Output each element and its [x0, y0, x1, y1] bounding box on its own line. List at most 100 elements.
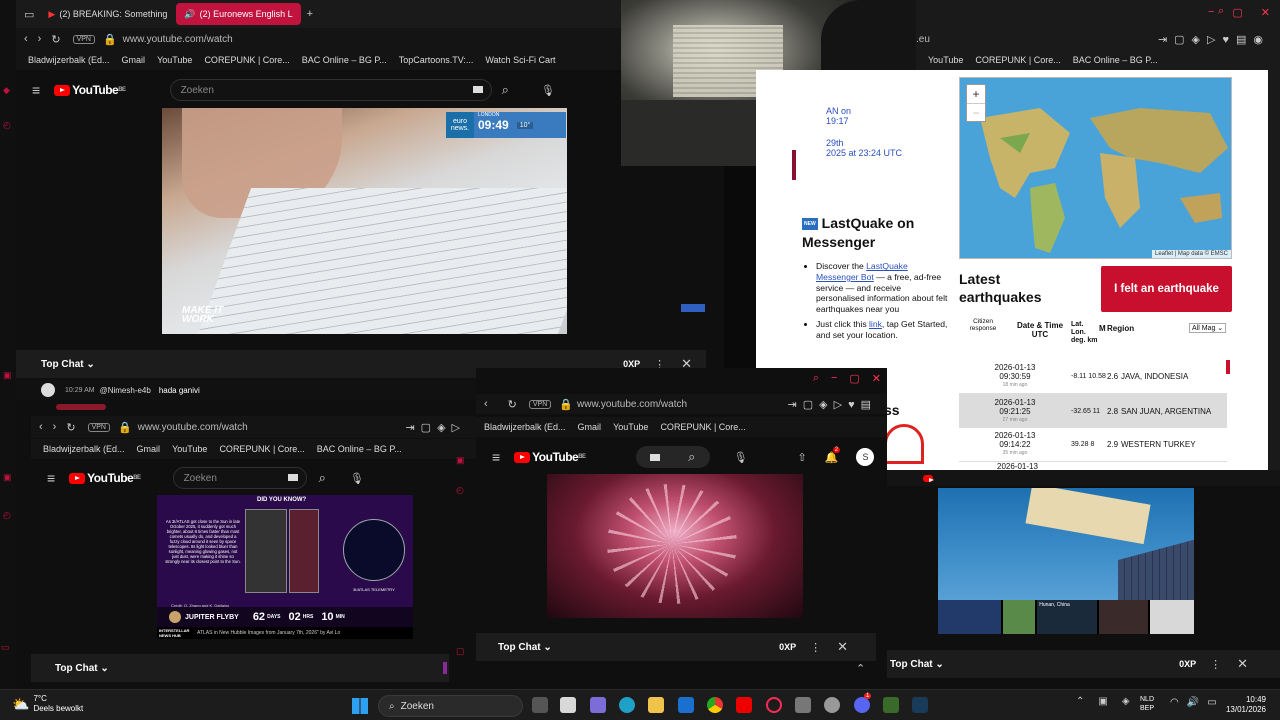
keyboard-icon[interactable] [472, 86, 483, 93]
search-tabs-icon[interactable]: ⌕ [1218, 5, 1224, 18]
vpn-badge[interactable]: VPN [72, 34, 95, 44]
bookmark-bac[interactable]: BAC Online – BG P... [302, 55, 387, 65]
bookmark-youtube[interactable]: YouTube [172, 444, 207, 454]
menu-icon[interactable]: ≡ [492, 449, 500, 465]
opera-gx-icon[interactable] [766, 697, 782, 713]
search-input[interactable]: Zoeken [172, 467, 307, 489]
minimize-icon[interactable]: − [1208, 6, 1214, 19]
sidebar-toggle-icon[interactable]: ▭ [24, 8, 34, 21]
zoom-in-button[interactable]: + [967, 85, 985, 103]
close-window-icon[interactable]: ✕ [872, 372, 881, 385]
bookmark-folder[interactable]: Bladwijzerbalk (Ed... [43, 444, 125, 454]
settings-gear-icon[interactable] [824, 697, 840, 713]
extensions-icons[interactable]: ⇥▢◈▷♥▤ [788, 398, 877, 411]
top-chat-dropdown[interactable]: Top Chat ⌄ [55, 663, 109, 674]
keyboard-icon[interactable] [649, 453, 660, 461]
bookmark-youtube[interactable]: YouTube [157, 55, 192, 65]
quake-row[interactable]: 2026-01-13 [959, 462, 1227, 470]
close-window-icon[interactable]: ✕ [1261, 6, 1270, 19]
col-datetime[interactable]: Date & Time UTC [1009, 321, 1071, 339]
forward-icon[interactable]: › [53, 421, 57, 433]
back-icon[interactable]: ‹ [24, 33, 28, 45]
store-icon[interactable] [560, 697, 576, 713]
bookmark-gmail[interactable]: Gmail [578, 422, 602, 432]
close-chat-icon[interactable]: ✕ [837, 639, 848, 655]
bookmark-corepunk-right[interactable]: COREPUNK | Core... [975, 55, 1060, 65]
bookmark-corepunk[interactable]: COREPUNK | Core... [219, 444, 304, 454]
collapse-icon[interactable]: ⌃ [856, 662, 865, 675]
chrome-icon[interactable] [707, 697, 723, 713]
close-chat-icon[interactable]: ✕ [1237, 656, 1248, 672]
youtube-logo[interactable]: YouTube BE [69, 471, 141, 485]
url-text[interactable]: www.youtube.com/watch [123, 34, 233, 45]
notifications-icon[interactable]: 🔔 2 [825, 446, 841, 464]
top-chat-dropdown[interactable]: Top Chat ⌄ [41, 359, 95, 370]
youtube-app-icon[interactable] [736, 697, 752, 713]
clock[interactable]: 10:49 13/01/2026 [1226, 695, 1266, 715]
minimize-icon[interactable]: − [831, 372, 837, 385]
bookmark-folder[interactable]: Bladwijzerbalk (Ed... [28, 55, 110, 65]
language-indicator[interactable]: NLD BEP [1140, 695, 1154, 713]
forward-icon[interactable]: › [38, 33, 42, 45]
reload-icon[interactable]: ↻ [508, 398, 517, 411]
task-view-icon[interactable] [532, 697, 548, 713]
chat-username[interactable]: @Nimesh-e4b [100, 386, 151, 395]
search-pill[interactable]: ⌕ [635, 446, 710, 468]
quick-settings[interactable]: ◠ 🔊 ▭ [1170, 697, 1217, 708]
quake-list-scrollbar[interactable] [1226, 360, 1230, 374]
menu-icon[interactable]: ≡ [32, 82, 40, 98]
top-chat-dropdown[interactable]: Top Chat ⌄ [890, 659, 944, 670]
menu-icon[interactable]: ≡ [47, 470, 55, 486]
url-text[interactable]: www.youtube.com/watch [577, 399, 687, 410]
youtube-logo[interactable]: YouTube BE [514, 450, 586, 464]
share-icon[interactable]: ⇧ [798, 451, 807, 464]
mic-icon[interactable]: 🎙 [541, 84, 555, 97]
avatar[interactable]: S [856, 448, 875, 466]
quake-row[interactable]: 2026-01-13 09:30:59 18 min ago -8.11 10.58… [959, 360, 1227, 394]
chevron-up-icon[interactable]: ⌃ [1076, 696, 1084, 707]
reload-icon[interactable]: ↻ [51, 33, 60, 46]
zoom-out-button[interactable]: − [967, 103, 985, 122]
bookmark-gmail[interactable]: Gmail [122, 55, 146, 65]
bookmark-corepunk[interactable]: COREPUNK | Core... [660, 422, 745, 432]
url-text-right[interactable]: .eu [916, 34, 930, 45]
vpn-badge[interactable]: VPN [87, 422, 110, 432]
edge-icon[interactable] [619, 697, 635, 713]
start-button[interactable] [352, 698, 368, 714]
teams-icon[interactable] [590, 697, 606, 713]
bookmark-bac[interactable]: BAC Online – BG P... [317, 444, 402, 454]
maximize-icon[interactable]: ▢ [1232, 6, 1242, 19]
reload-icon[interactable]: ↻ [66, 421, 75, 434]
video-player[interactable] [547, 474, 803, 618]
network-status-icon[interactable]: ▣ [1098, 696, 1107, 707]
mic-icon[interactable]: 🎙 [734, 451, 748, 464]
youtube-logo[interactable] [923, 474, 935, 482]
search-icon[interactable]: ⌕ [502, 82, 509, 98]
vpn-badge[interactable]: VPN [528, 399, 552, 409]
bookmark-gmail[interactable]: Gmail [137, 444, 161, 454]
more-options-icon[interactable]: ⋮ [1210, 658, 1221, 671]
earthquake-map[interactable]: + − Leaflet | Map data © EMSC [959, 77, 1232, 259]
messenger-link[interactable]: link [869, 319, 882, 329]
taskbar-search[interactable]: ⌕ Zoeken [378, 695, 523, 717]
bookmark-youtube-right[interactable]: YouTube [928, 55, 963, 65]
weather-widget[interactable]: ⛅ 7°C Deels bewolkt [12, 694, 83, 714]
more-options-icon[interactable]: ⋮ [810, 641, 821, 654]
mic-icon[interactable]: 🎙 [350, 472, 364, 485]
extensions-icons[interactable]: ⇥▢◈▷ [405, 421, 466, 434]
bookmark-folder[interactable]: Bladwijzerbalk (Ed... [484, 422, 566, 432]
outlook-icon[interactable] [678, 697, 694, 713]
game-app-icon[interactable] [883, 697, 899, 713]
video-player[interactable]: DID YOU KNOW? As 3I/ATLAS got close to t… [157, 495, 413, 639]
bookmark-scifi[interactable]: Watch Sci-Fi Cart [485, 55, 555, 65]
search-icon[interactable]: ⌕ [688, 449, 695, 465]
steam-icon[interactable] [912, 697, 928, 713]
search-tabs-icon[interactable]: ⌕ [813, 372, 819, 385]
maximize-icon[interactable]: ▢ [849, 372, 859, 385]
back-icon[interactable]: ‹ [484, 398, 488, 410]
extensions-icons-right[interactable]: ⇥▢◈▷♥▤◉ [1158, 33, 1270, 46]
bookmark-youtube[interactable]: YouTube [613, 422, 648, 432]
discord-icon[interactable] [854, 697, 870, 713]
url-text[interactable]: www.youtube.com/watch [138, 422, 248, 433]
col-region[interactable]: Region [1107, 324, 1134, 333]
